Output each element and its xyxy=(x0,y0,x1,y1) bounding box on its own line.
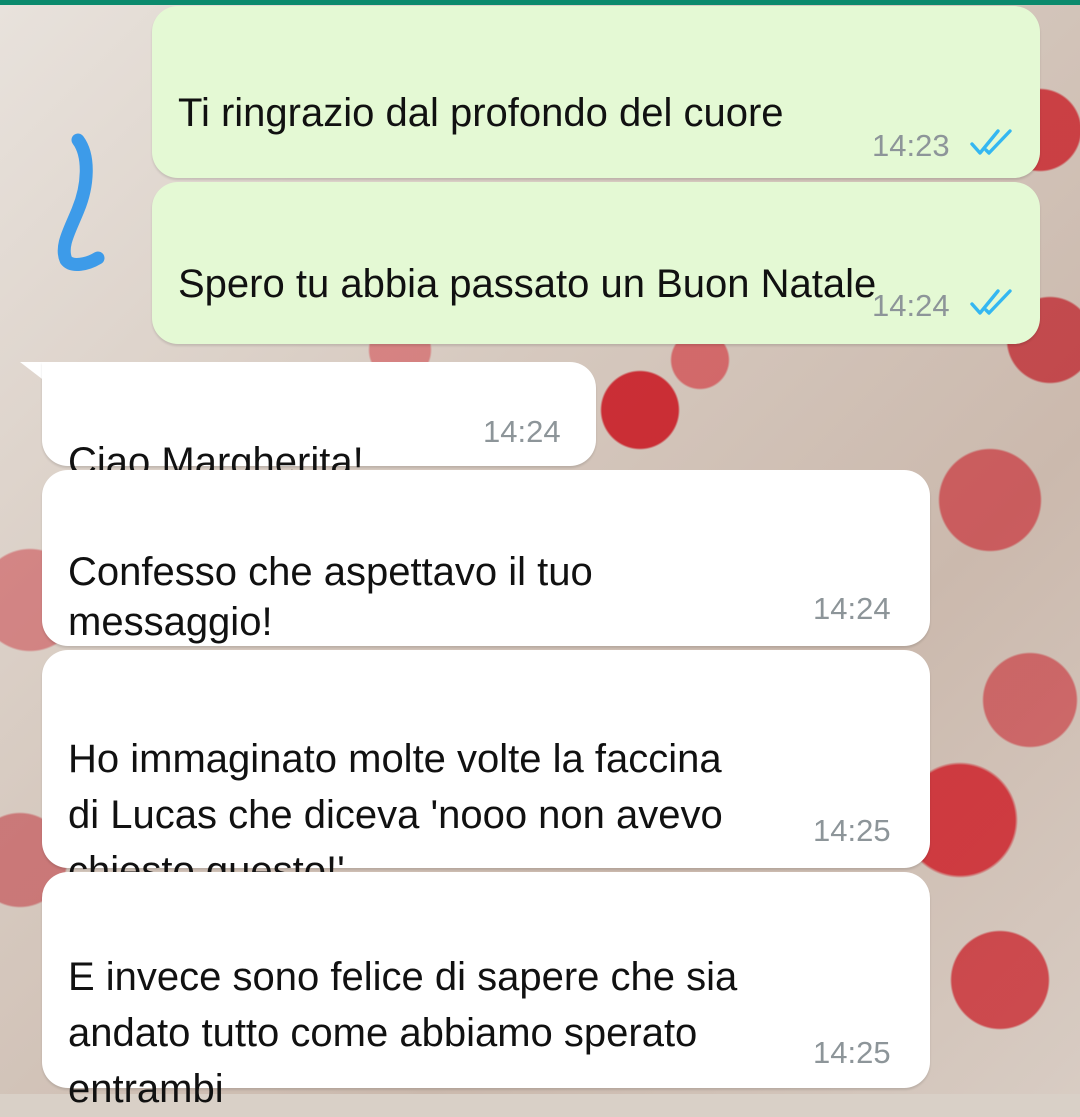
message-text: Confesso che aspettavo il tuo messaggio! xyxy=(68,550,593,644)
message-time: 14:24 xyxy=(872,288,950,323)
message-text: Ti ringrazio dal profondo del cuore xyxy=(178,91,784,135)
message-bubble-outgoing[interactable]: Spero tu abbia passato un Buon Natale 14… xyxy=(152,182,1040,344)
message-text: Spero tu abbia passato un Buon Natale xyxy=(178,262,877,306)
blue-marker-doodle xyxy=(57,133,105,271)
message-bubble-incoming[interactable]: Ciao Margherita! 14:24 xyxy=(42,362,596,484)
message-time: 14:25 xyxy=(813,1035,891,1070)
double-check-read-icon xyxy=(970,289,1012,315)
message-time: 14:24 xyxy=(813,591,891,626)
header-edge xyxy=(0,0,1080,5)
message-time: 14:23 xyxy=(872,128,950,163)
message-bubble-incoming[interactable]: E invece sono felice di sapere che sia a… xyxy=(42,872,930,1111)
message-time: 14:24 xyxy=(483,414,561,449)
message-bubble-incoming[interactable]: Ho immaginato molte volte la faccina di … xyxy=(42,650,930,893)
message-text: Ho immaginato molte volte la faccina di … xyxy=(68,737,723,893)
double-check-read-icon xyxy=(970,129,1012,155)
message-bubble-incoming[interactable]: Confesso che aspettavo il tuo messaggio!… xyxy=(42,470,930,764)
message-bubble-outgoing[interactable]: Ti ringrazio dal profondo del cuore 14:2… xyxy=(152,6,1040,248)
message-text: E invece sono felice di sapere che sia a… xyxy=(68,955,738,1111)
message-time: 14:25 xyxy=(813,813,891,848)
